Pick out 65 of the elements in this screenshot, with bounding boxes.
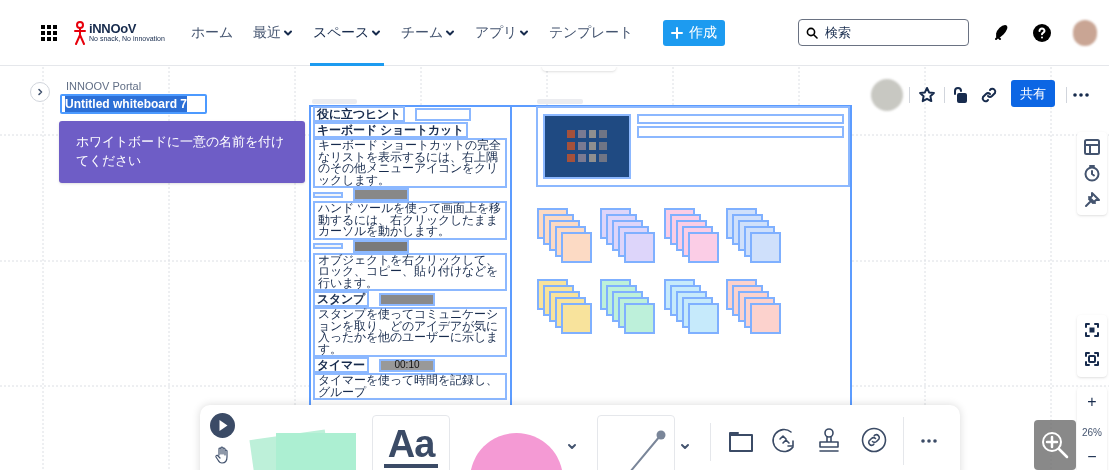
- fit-selection-icon[interactable]: [1085, 323, 1099, 337]
- timer-icon[interactable]: [1083, 164, 1101, 182]
- magnifier-button[interactable]: [1034, 420, 1076, 470]
- more-icon[interactable]: [1072, 92, 1090, 98]
- nav-tab[interactable]: チーム: [397, 0, 458, 66]
- frame-label: [312, 99, 357, 104]
- tips-heading: キーボード ショートカット: [313, 122, 469, 138]
- pin-icon[interactable]: [1083, 191, 1101, 209]
- caret-down-icon[interactable]: [680, 443, 690, 451]
- zoom-in-button[interactable]: +: [1079, 394, 1105, 410]
- share-button[interactable]: 共有: [1011, 80, 1055, 107]
- hand-icon[interactable]: [214, 446, 230, 464]
- line-tool-button[interactable]: [597, 415, 675, 470]
- sticky-note-stack: [664, 279, 721, 335]
- search-field[interactable]: 検索: [798, 19, 969, 46]
- nav-tab[interactable]: 最近: [249, 0, 296, 66]
- search-icon: [806, 27, 818, 39]
- zoom-fit-panel: [1077, 315, 1107, 377]
- sidebar-toggle[interactable]: [30, 82, 50, 102]
- logo-figure-icon: [73, 20, 87, 45]
- timer-reading: 00:10: [394, 360, 420, 370]
- tips-text: スタンプを使ってコミュニケーションを取り、どのアイデアが気に入ったかを他のユーザーに示します。: [313, 307, 507, 357]
- tips-text: ハンド ツールを使って画面上を移動するには、右クリックしたままカーソルを動かします。: [313, 201, 507, 240]
- plus-icon: [670, 26, 683, 39]
- link-icon[interactable]: [861, 427, 887, 453]
- fit-screen-icon[interactable]: [1085, 352, 1099, 366]
- logo-text: iNNOoV: [89, 22, 138, 35]
- tips-text: タイマーを使って時間を記録し、グループ: [313, 373, 507, 400]
- nav-tab[interactable]: ホーム: [187, 0, 236, 66]
- app-grid-icon[interactable]: [41, 24, 57, 41]
- star-icon[interactable]: [918, 86, 936, 104]
- sticky-note-stack: [726, 208, 783, 264]
- sticky-note-stack: [664, 208, 721, 264]
- zoom-out-button[interactable]: −: [1079, 449, 1105, 465]
- text-tool-button[interactable]: Aa: [372, 415, 450, 470]
- tips-heading: スタンプ: [313, 291, 369, 307]
- sticky-note-stack: [537, 279, 594, 335]
- sticky-note-stack: [726, 279, 783, 335]
- zoom-in-icon: [1040, 430, 1070, 460]
- unlocked-padlock-icon[interactable]: [952, 86, 968, 104]
- empty-text-box: [313, 243, 343, 249]
- tips-text: オブジェクトを右クリックして、ロック、コピー、貼り付けなどを行います。: [313, 252, 507, 291]
- select-pointer-icon[interactable]: [210, 413, 235, 438]
- frame-label: [537, 99, 583, 104]
- rename-tooltip: ホワイトボードに一意の名前を付けてください: [59, 121, 305, 183]
- tips-text: キーボード ショートカットの完全なリストを表示するには、右上隅のその他メニューアイコンをクリックします。: [313, 138, 507, 188]
- frame-icon[interactable]: [728, 429, 754, 453]
- nav-tab[interactable]: スペース: [309, 0, 384, 66]
- caret-down-icon[interactable]: [567, 443, 577, 451]
- stamp-icon[interactable]: [817, 427, 841, 454]
- title-input-field[interactable]: Untitled whiteboard 7: [60, 94, 207, 114]
- nav-tab[interactable]: テンプレート: [545, 0, 636, 66]
- chevron-right-icon: [36, 88, 44, 96]
- nav-tab[interactable]: アプリ: [471, 0, 532, 66]
- more-icon[interactable]: [920, 438, 938, 444]
- sticky-note-stack: [600, 279, 657, 335]
- link-icon[interactable]: [980, 86, 998, 104]
- layout-template-icon[interactable]: [1083, 138, 1101, 156]
- sticky-note-stack: [600, 208, 657, 264]
- space-name: INNOOV Portal: [66, 79, 142, 94]
- tips-heading: タイマー: [313, 357, 369, 373]
- sticky-note-stack: [537, 208, 594, 264]
- tips-title: 役に立つヒント: [313, 106, 405, 122]
- empty-text-box: [313, 191, 343, 198]
- help-icon[interactable]: [1033, 23, 1051, 42]
